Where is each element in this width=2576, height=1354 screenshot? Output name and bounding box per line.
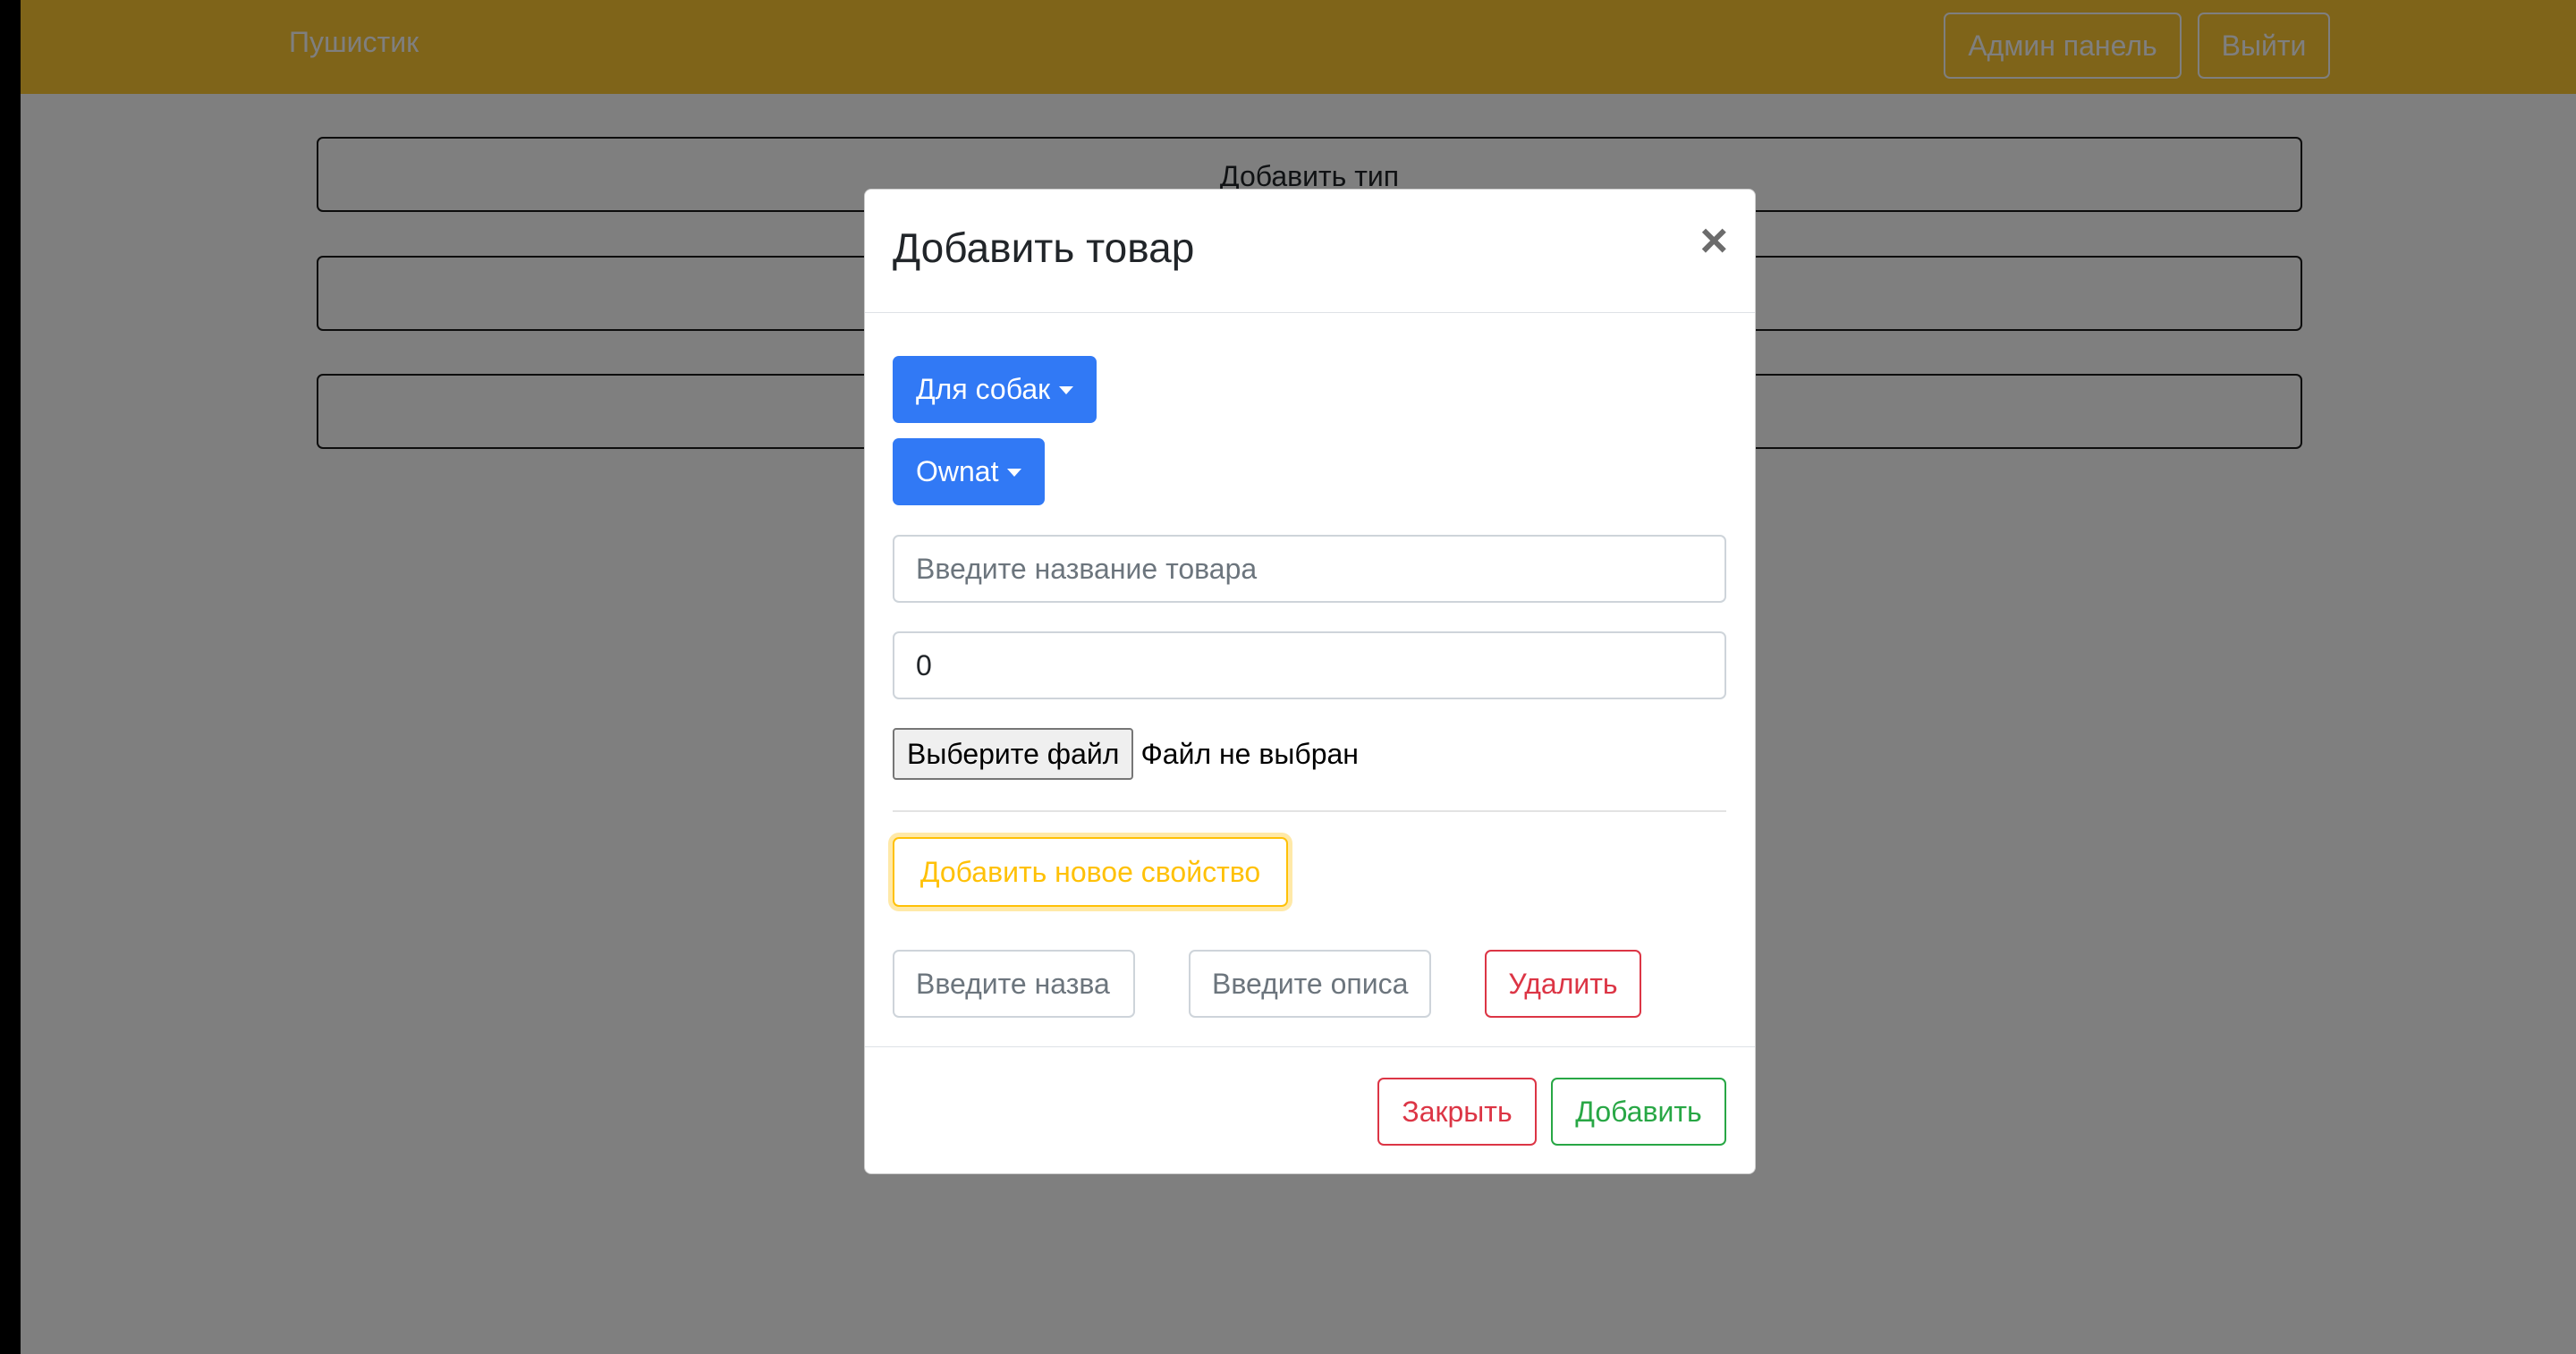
delete-property-button[interactable]: Удалить (1485, 950, 1641, 1018)
modal-title: Добавить товар (893, 224, 1195, 271)
brand-dropdown-label: Ownat (916, 455, 999, 487)
file-status: Файл не выбран (1140, 738, 1359, 770)
product-price-input[interactable]: 0 (893, 631, 1726, 699)
add-property-button[interactable]: Добавить новое свойство (893, 837, 1288, 907)
property-description-input[interactable]: Введите описа (1189, 950, 1431, 1018)
modal-header: Добавить товар × (865, 190, 1755, 313)
product-name-input[interactable]: Введите название товара (893, 535, 1726, 603)
choose-file-button[interactable]: Выберите файл (893, 728, 1134, 780)
divider (893, 810, 1726, 812)
caret-down-icon (1059, 386, 1074, 394)
close-icon[interactable]: × (1699, 216, 1728, 265)
type-dropdown[interactable]: Для собак (893, 356, 1097, 423)
window-edge (0, 0, 21, 1354)
close-button[interactable]: Закрыть (1377, 1078, 1537, 1146)
add-product-modal: Добавить товар × Для собак Ownat Введите… (864, 189, 1756, 1174)
file-input: Выберите файл Файл не выбран (893, 728, 1359, 780)
caret-down-icon (1007, 469, 1022, 477)
brand-dropdown[interactable]: Ownat (893, 438, 1046, 505)
type-dropdown-label: Для собак (916, 373, 1051, 405)
property-name-input[interactable]: Введите назва (893, 950, 1135, 1018)
add-button[interactable]: Добавить (1551, 1078, 1726, 1146)
